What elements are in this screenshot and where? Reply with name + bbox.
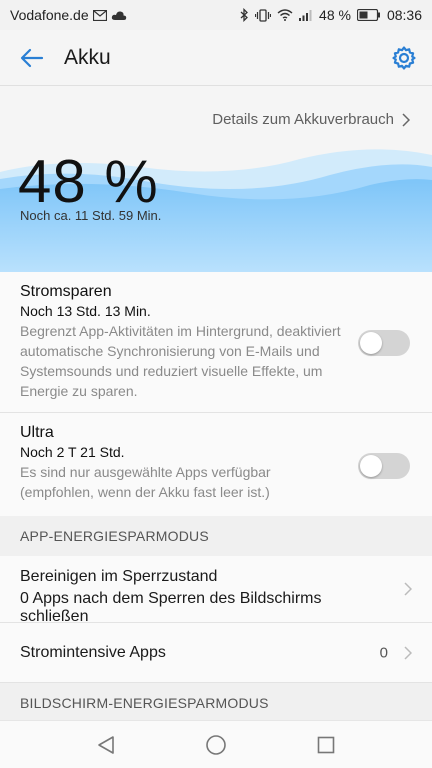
clock: 08:36: [386, 7, 422, 23]
app-power-section-header: APP-ENERGIESPARMODUS: [0, 516, 432, 556]
power-saving-remaining: Noch 13 Std. 13 Min.: [20, 303, 151, 319]
clean-on-lock-title: Bereinigen im Sperrzustand: [20, 568, 218, 585]
nav-home-button[interactable]: [196, 725, 236, 765]
app-bar: Akku: [0, 30, 432, 86]
power-intensive-apps-count: 0: [379, 644, 388, 661]
system-nav-bar: [0, 720, 432, 768]
gear-icon: [392, 45, 416, 70]
bluetooth-icon: [240, 8, 249, 22]
remaining-time: Noch ca. 11 Std. 59 Min.: [20, 208, 162, 223]
mail-icon: [92, 9, 107, 21]
chevron-right-icon: [404, 582, 412, 596]
battery-percent-text: 48 %: [319, 7, 351, 23]
page-title: Akku: [64, 45, 111, 69]
ultra-remaining: Noch 2 T 21 Std.: [20, 444, 125, 460]
power-saving-title: Stromsparen: [20, 283, 112, 300]
ultra-toggle[interactable]: [358, 453, 410, 479]
usage-details-label: Details zum Akkuverbrauch: [212, 111, 394, 128]
square-recents-icon: [317, 736, 335, 753]
battery-percentage: 48 %: [18, 148, 159, 215]
clean-on-lock-subtitle: 0 Apps nach dem Sperren des Bildschirms …: [20, 590, 322, 625]
back-arrow-icon: [20, 48, 44, 67]
power-saving-toggle[interactable]: [358, 330, 410, 356]
chevron-right-icon: [402, 112, 410, 127]
wifi-icon: [277, 9, 293, 21]
cloud-icon: [111, 10, 127, 21]
nav-back-button[interactable]: [86, 725, 126, 765]
settings-list: Stromsparen Noch 13 Std. 13 Min. Begrenz…: [0, 272, 432, 723]
vibrate-icon: [255, 8, 272, 22]
battery-hero: Details zum Akkuverbrauch 48 % Noch ca. …: [0, 87, 432, 272]
power-saving-row[interactable]: Stromsparen Noch 13 Std. 13 Min. Begrenz…: [0, 272, 432, 413]
carrier-name: Vodafone.de: [10, 7, 89, 23]
ultra-description: Es sind nur ausgewählte Apps verfügbar (…: [20, 464, 271, 500]
screen-power-section-header: BILDSCHIRM-ENERGIESPARMODUS: [0, 683, 432, 723]
status-bar: Vodafone.de 48 % 08:36: [0, 0, 432, 30]
nav-recents-button[interactable]: [306, 725, 346, 765]
clean-on-lock-row[interactable]: Bereinigen im Sperrzustand 0 Apps nach d…: [0, 556, 432, 625]
circle-home-icon: [206, 734, 226, 755]
triangle-back-icon: [98, 735, 114, 754]
signal-icon: [299, 9, 313, 21]
chevron-right-icon: [404, 645, 412, 660]
power-intensive-apps-title: Stromintensive Apps: [20, 643, 166, 661]
back-button[interactable]: [0, 30, 64, 86]
power-saving-description: Begrenzt App-Aktivitäten im Hintergrund,…: [20, 323, 341, 399]
usage-details-link[interactable]: Details zum Akkuverbrauch: [212, 111, 410, 128]
battery-icon: [356, 9, 381, 21]
ultra-title: Ultra: [20, 424, 54, 441]
power-intensive-apps-row[interactable]: Stromintensive Apps 0: [0, 623, 432, 683]
ultra-row[interactable]: Ultra Noch 2 T 21 Std. Es sind nur ausge…: [0, 413, 432, 516]
settings-button[interactable]: [376, 30, 432, 86]
